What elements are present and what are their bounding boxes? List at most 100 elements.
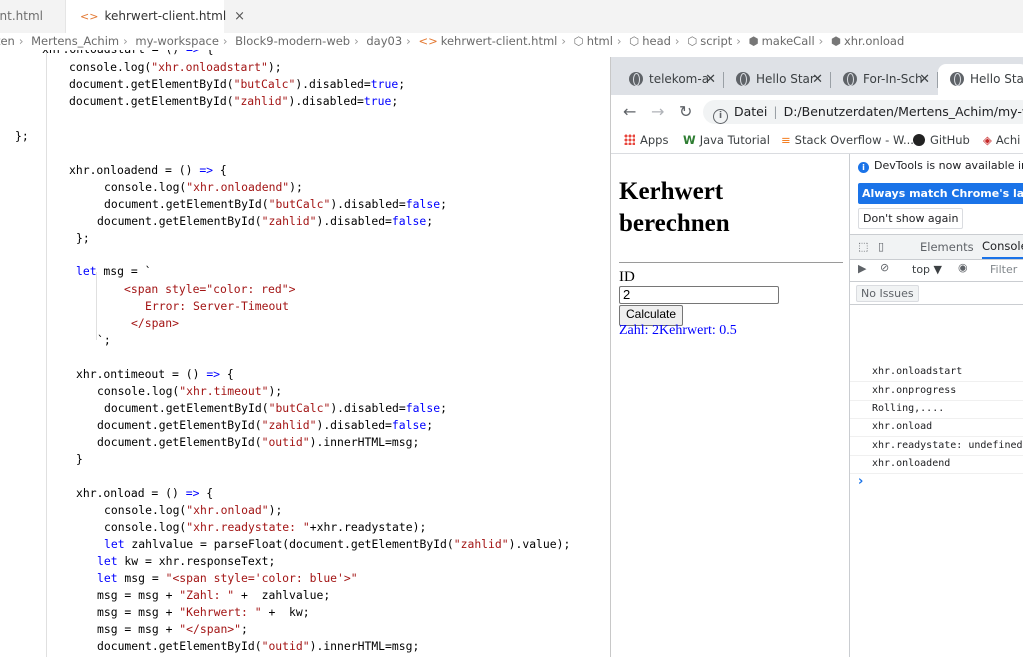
editor-tab-kehrwert-client[interactable]: <> kehrwert-client.html × (66, 0, 245, 33)
editor-tab-label: kehrwert-client.html (104, 9, 227, 23)
bookmark-label: Stack Overflow - W... (794, 133, 914, 147)
console-message-text: xhr.readystate: undefined (872, 440, 1023, 451)
element-icon: ⬡ (629, 34, 640, 48)
breadcrumb-item[interactable]: my-workspace (135, 34, 219, 48)
device-toolbar-icon[interactable]: ▯ (878, 240, 884, 253)
breadcrumb-item[interactable]: xhr.onload (844, 34, 904, 48)
breadcrumb-item[interactable]: day03 (366, 34, 402, 48)
always-match-language-button[interactable]: Always match Chrome's language (858, 183, 1023, 204)
forward-icon[interactable]: → (651, 102, 664, 121)
breadcrumb-item[interactable]: head (642, 34, 671, 48)
bookmark-apps[interactable]: Apps (624, 129, 668, 151)
console-message-text: Rolling,.... (872, 403, 945, 414)
console-message: xhr.onprogress (850, 382, 1023, 401)
bookmark-achi[interactable]: ◈ Achi (983, 129, 1020, 151)
close-icon[interactable]: ✕ (919, 64, 930, 95)
stack-overflow-icon: ≡ (781, 133, 791, 147)
devtools-tabs: ⬚ ▯ Elements Console (850, 234, 1023, 260)
method-icon: ⬢ (830, 34, 841, 48)
back-icon[interactable]: ← (623, 102, 636, 121)
zahl-input[interactable]: 2 (619, 286, 779, 304)
code-line: let zahlvalue = parseFloat(document.getE… (104, 537, 571, 551)
bookmark-java-tutorial[interactable]: W Java Tutorial (683, 129, 770, 151)
close-icon[interactable]: ✕ (812, 64, 823, 95)
browser-tab[interactable]: telekom-a ✕ (617, 64, 724, 95)
dont-show-again-button[interactable]: Don't show again (858, 208, 964, 229)
globe-icon (736, 72, 750, 86)
page-title: Kerhwert berechnen (619, 178, 730, 237)
breadcrumb-item[interactable]: Block9-modern-web (235, 34, 350, 48)
breadcrumb-item[interactable]: makeCall (762, 34, 815, 48)
method-icon: ⬢ (748, 34, 759, 48)
browser-tab[interactable]: Hello Star ✕ (724, 64, 831, 95)
close-icon[interactable]: × (234, 9, 245, 24)
address-bar-row: ← → ↻ i Datei | D:/Benutzerdaten/Mertens_Ac… (611, 95, 1023, 129)
indent-guide (46, 50, 47, 657)
code-line: msg = msg + "Zahl: " + zahlvalue; (97, 588, 331, 602)
code-line: xhr.onload = () => { (76, 486, 214, 500)
page-viewport: Kerhwert berechnen ID 2 Calculate Zahl: … (611, 154, 849, 657)
browser-tab[interactable]: For-In-Sch ✕ (831, 64, 938, 95)
breadcrumb-item[interactable]: kehrwert-client.html (441, 34, 558, 48)
code-line: document.getElementById("zahlid").disabl… (69, 94, 399, 108)
console-message: xhr.onloadend (850, 455, 1023, 474)
console-message: xhr.readystate: undefined (850, 437, 1023, 456)
info-icon[interactable]: i (713, 109, 728, 124)
tab-elements[interactable]: Elements (920, 235, 974, 259)
code-line: xhr.onloadstart = () => { (42, 50, 213, 58)
html-file-icon: <> (418, 34, 438, 48)
element-icon: ⬡ (687, 34, 698, 48)
code-line: console.log("xhr.onloadstart"); (69, 60, 282, 74)
breadcrumb-item[interactable]: html (587, 34, 613, 48)
console-message-text: xhr.onload (872, 421, 933, 432)
browser-tab-label: For-In-Sch (863, 72, 923, 86)
breadcrumb-item[interactable]: erdaten (0, 34, 15, 48)
w-logo-icon: W (683, 133, 696, 147)
browser-tab-label: Hello Star (756, 72, 815, 86)
code-line: msg = msg + "</span>"; (97, 622, 248, 636)
editor-tab-ent-html[interactable]: ent.html (0, 0, 66, 33)
breadcrumb-item[interactable]: Mertens_Achim (31, 34, 119, 48)
clear-console-icon[interactable]: ⊘ (880, 261, 889, 274)
output-text: Zahl: 2Kehrwert: 0.5 (619, 323, 737, 338)
address-bar[interactable]: i Datei | D:/Benutzerdaten/Mertens_Achim/my… (703, 100, 1023, 124)
tab-console[interactable]: Console (982, 235, 1023, 259)
browser-tab-label: Hello Star (970, 72, 1023, 86)
code-line: console.log("xhr.onload"); (104, 503, 283, 517)
editor-tab-bar: ent.html <> kehrwert-client.html × (0, 0, 1023, 33)
inspect-element-icon[interactable]: ⬚ (858, 240, 868, 253)
code-line: msg = msg + "Kehrwert: " + kw; (97, 605, 310, 619)
devtools-info-banner: i DevTools is now available in Ge Always … (850, 154, 1023, 234)
eye-icon[interactable]: ◉ (958, 261, 968, 274)
console-message: xhr.onload (850, 418, 1023, 437)
code-line: } (76, 452, 83, 466)
address-prefix: Datei (734, 104, 768, 119)
code-line: Error: Server-Timeout (145, 299, 290, 313)
bookmark-stack-overflow[interactable]: ≡ Stack Overflow - W... (781, 129, 914, 151)
console-message: xhr.onloadstart (850, 363, 1023, 382)
filter-input[interactable]: Filter (990, 263, 1017, 276)
close-icon[interactable]: ✕ (705, 64, 716, 95)
code-line: let kw = xhr.responseText; (97, 554, 276, 568)
console-prompt[interactable]: › (858, 474, 863, 489)
breadcrumb-item[interactable]: script (700, 34, 732, 48)
code-editor[interactable]: xhr.onloadstart = () => { console.log("x… (0, 50, 610, 657)
no-issues-badge[interactable]: No Issues (856, 285, 919, 302)
globe-icon (950, 72, 964, 86)
breadcrumb: erdaten› Mertens_Achim› my-workspace› Bl… (0, 33, 1023, 50)
devtools-panel: i DevTools is now available in Ge Always … (849, 154, 1023, 657)
reload-icon[interactable]: ↻ (679, 102, 692, 121)
code-line: console.log("xhr.onloadend"); (104, 180, 303, 194)
bookmark-github[interactable]: GitHub (913, 129, 970, 151)
bookmark-label: Apps (640, 133, 669, 147)
code-line: `; (97, 333, 111, 347)
sidebar-toggle-icon[interactable]: ▶ (858, 262, 866, 275)
browser-tab-active[interactable]: Hello Star (938, 64, 1023, 95)
code-line: }; (15, 129, 29, 143)
code-line: xhr.ontimeout = () => { (76, 367, 234, 381)
console-toolbar: ▶ ⊘ top ▼ ◉ Filter (850, 259, 1023, 282)
context-selector[interactable]: top ▼ (912, 263, 942, 276)
bookmark-label: GitHub (930, 133, 970, 147)
bookmark-icon: ◈ (983, 133, 992, 147)
indent-guide (96, 272, 97, 340)
